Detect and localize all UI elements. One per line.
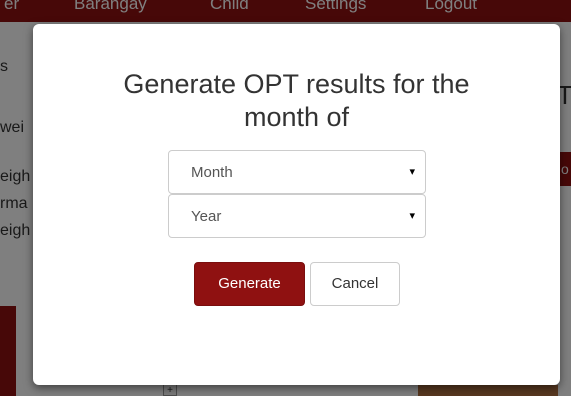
chevron-down-icon: ▾	[409, 166, 415, 178]
generate-button[interactable]: Generate	[194, 262, 305, 306]
month-select[interactable]: Month ▾	[168, 150, 426, 194]
cancel-button[interactable]: Cancel	[310, 262, 400, 306]
generate-opt-modal: Generate OPT results for the month of Mo…	[33, 24, 560, 385]
chevron-down-icon: ▾	[409, 210, 415, 222]
year-select[interactable]: Year ▾	[168, 194, 426, 238]
year-select-value: Year	[191, 208, 222, 225]
month-select-value: Month	[191, 164, 233, 181]
modal-title: Generate OPT results for the month of	[123, 69, 470, 132]
